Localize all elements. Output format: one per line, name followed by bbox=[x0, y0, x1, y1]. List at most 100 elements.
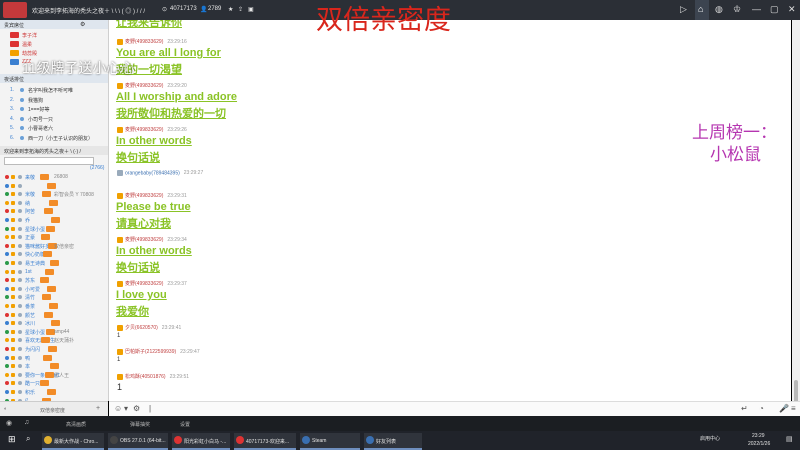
chat-username[interactable]: 麦野(499833629) bbox=[125, 193, 163, 199]
chat-message-header[interactable]: 麦野(499833629) 23:29:37 bbox=[117, 280, 187, 287]
sound-icon[interactable]: ◐ bbox=[4, 406, 7, 412]
record-icon[interactable]: ◉ bbox=[6, 419, 12, 427]
chat-message-header[interactable]: 夕贝(6620570) 23:29:41 bbox=[117, 324, 181, 331]
taskbar-app-3[interactable]: 40717173-欢迎来... bbox=[234, 433, 296, 450]
ranking-item[interactable]: 1. 名字叫我怎不听可唯 bbox=[0, 86, 108, 94]
close-icon[interactable]: ✕ bbox=[788, 4, 796, 15]
play-icon[interactable]: ▷ bbox=[680, 4, 687, 15]
member-item[interactable] bbox=[0, 182, 108, 190]
mic-icon[interactable]: 🎤 bbox=[779, 404, 789, 413]
ranking-item[interactable]: 2. 我猫狗 bbox=[0, 96, 108, 104]
clock-time[interactable]: 23:29 bbox=[752, 433, 765, 439]
member-item[interactable]: 苏东 bbox=[0, 276, 108, 284]
search-icon[interactable]: ⌕ bbox=[26, 434, 30, 444]
chat-input[interactable]: | bbox=[149, 404, 151, 413]
member-item[interactable]: 正豪 bbox=[0, 233, 108, 241]
ranking-header-label: 夜话排位 bbox=[4, 77, 25, 83]
headphone-icon[interactable]: ♫ bbox=[24, 419, 29, 426]
tool-item-2[interactable]: 设置 bbox=[180, 421, 190, 428]
ranking-item[interactable]: 4. 小司号一只 bbox=[0, 115, 108, 123]
chat-username[interactable]: 麦野(499833629) bbox=[125, 39, 163, 45]
member-item[interactable]: 积乐 bbox=[0, 388, 108, 396]
member-item[interactable]: 来敬 26808 bbox=[0, 173, 108, 181]
more-icon[interactable]: ≡ bbox=[791, 404, 796, 413]
member-item[interactable]: 1st bbox=[0, 268, 108, 276]
chat-message-header[interactable]: 麦野(499833629) 23:29:31 bbox=[117, 192, 187, 199]
member-item[interactable]: 小可爱 bbox=[0, 285, 108, 293]
gamepad-icon[interactable]: ◍ bbox=[715, 4, 723, 15]
member-item[interactable]: 为闪闪 bbox=[0, 345, 108, 353]
member-item[interactable]: 米敬 彩智会员 Y 70808 bbox=[0, 190, 108, 198]
chat-username[interactable]: 夕贝(6620570) bbox=[125, 325, 158, 331]
gift-icon[interactable]: ▣ bbox=[248, 6, 254, 13]
ranking-item[interactable]: 5. 小曹哥老六 bbox=[0, 124, 108, 132]
crown-icon[interactable]: ♔ bbox=[733, 4, 741, 15]
member-item[interactable]: 清竹 bbox=[0, 293, 108, 301]
member-item[interactable]: 阿苦 bbox=[0, 207, 108, 215]
member-item[interactable]: 易王诗典 bbox=[0, 259, 108, 267]
member-item[interactable]: 番茶 bbox=[0, 302, 108, 310]
minimize-icon[interactable]: — bbox=[752, 4, 761, 14]
chat-message-header[interactable]: 巴帕斯子(2122599939) 23:29:47 bbox=[117, 348, 200, 355]
chat-message-header[interactable]: orangebaby(789484395) 23:29:27 bbox=[117, 170, 203, 176]
share-icon[interactable]: ⇪ bbox=[238, 6, 243, 13]
vip-item[interactable]: 李子洋 bbox=[0, 31, 108, 39]
chat-username[interactable]: 麦野(499833629) bbox=[125, 127, 163, 133]
maximize-icon[interactable]: ▢ bbox=[770, 4, 779, 15]
member-item[interactable]: 喜欢无敌先生 赵天蒲扑 bbox=[0, 336, 108, 344]
tool-item-0[interactable]: 高清画质 bbox=[66, 421, 86, 428]
add-button[interactable]: + bbox=[96, 405, 100, 412]
fan-badge-icon bbox=[42, 294, 51, 301]
notification-icon[interactable]: ▤ bbox=[786, 435, 793, 443]
windows-start-icon[interactable]: ⊞ bbox=[8, 434, 16, 445]
chat-username[interactable]: 松鸡酥(40501876) bbox=[125, 374, 166, 380]
member-item[interactable]: 鸭 bbox=[0, 354, 108, 362]
taskbar-app-5[interactable]: 好友列表 bbox=[364, 433, 422, 450]
taskbar-app-4[interactable]: Steam bbox=[300, 433, 360, 450]
chat-username[interactable]: 巴帕斯子(2122599939) bbox=[125, 349, 176, 355]
tool-item-1[interactable]: 弹幕抽奖 bbox=[130, 421, 150, 428]
member-item[interactable]: 本 bbox=[0, 362, 108, 370]
bubble-icon[interactable]: ◔ bbox=[759, 404, 764, 413]
chat-message-header[interactable]: 麦野(499833629) 23:29:26 bbox=[117, 126, 187, 133]
dropdown-icon[interactable]: ▾ bbox=[124, 404, 128, 413]
tool-icon[interactable]: ⚙ bbox=[133, 404, 140, 413]
emoji-icon[interactable]: ☺ bbox=[114, 404, 122, 413]
home-button[interactable]: ⌂ bbox=[695, 0, 709, 20]
member-item[interactable]: 猫咪酱好多 双倍亲密 bbox=[0, 242, 108, 250]
chat-message-header[interactable]: 麦野(499833629) 23:29:16 bbox=[117, 38, 187, 45]
send-icon[interactable]: ↵ bbox=[741, 404, 748, 413]
medal-icon bbox=[11, 286, 15, 291]
member-item[interactable]: 乔 bbox=[0, 216, 108, 224]
member-item[interactable]: 纳 bbox=[0, 199, 108, 207]
room-id: 40717173 bbox=[170, 6, 197, 12]
chat-message-header[interactable]: 松鸡酥(40501876) 23:29:51 bbox=[117, 373, 189, 380]
member-item[interactable]: 颜艺 bbox=[0, 311, 108, 319]
chat-message-header[interactable]: 麦野(499833629) 23:29:20 bbox=[117, 82, 187, 89]
member-item[interactable]: 冰川 bbox=[0, 319, 108, 327]
chat-username[interactable]: 麦野(499833629) bbox=[125, 281, 163, 287]
chat-scrollbar[interactable] bbox=[792, 20, 800, 404]
queue-filter-input[interactable] bbox=[4, 157, 94, 165]
role-icon bbox=[5, 252, 9, 257]
clock-date[interactable]: 2022/1/26 bbox=[748, 441, 770, 447]
member-name: 乔 bbox=[25, 218, 31, 224]
chat-username[interactable]: orangebaby(789484395) bbox=[125, 170, 180, 176]
member-item[interactable]: 酷一只 bbox=[0, 379, 108, 387]
taskbar-app-2[interactable]: 阳光彩虹小白马 -... bbox=[172, 433, 230, 450]
chat-username[interactable]: 麦野(499833629) bbox=[125, 83, 163, 89]
vip-item[interactable]: 劫蕊殿 bbox=[0, 49, 108, 57]
member-item[interactable]: 星球小蛋 amp44 bbox=[0, 328, 108, 336]
ranking-item[interactable]: 3. 1===好等 bbox=[0, 105, 108, 113]
chat-username[interactable]: 麦野(499833629) bbox=[125, 237, 163, 243]
vip-item[interactable]: 温柔 bbox=[0, 40, 108, 48]
star-icon[interactable]: ★ bbox=[228, 6, 233, 13]
taskbar-app-0[interactable]: 最新大作战 - Chro... bbox=[42, 433, 104, 450]
taskbar-app-1[interactable]: OBS 27.0.1 (64-bit... bbox=[108, 433, 168, 450]
settings-icon[interactable]: ⚙ bbox=[80, 21, 85, 28]
member-item[interactable]: 要你一条小荷红 愿人王 bbox=[0, 371, 108, 379]
ranking-item[interactable]: 6. 西一刀（小王子认识的朋友） bbox=[0, 134, 108, 142]
member-item[interactable]: 快心奶糖 bbox=[0, 250, 108, 258]
member-item[interactable]: 星球小蛋 bbox=[0, 225, 108, 233]
chat-message-header[interactable]: 麦野(499833629) 23:29:34 bbox=[117, 236, 187, 243]
